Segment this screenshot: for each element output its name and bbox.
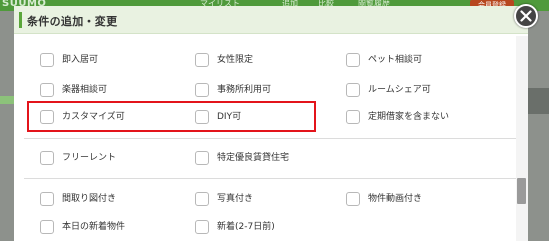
option-label: 間取り図付き <box>62 194 117 204</box>
option-label: 楽器相談可 <box>62 85 108 95</box>
divider <box>24 138 518 139</box>
scrollbar-thumb[interactable] <box>517 178 526 204</box>
checkbox[interactable] <box>195 83 209 97</box>
checkbox[interactable] <box>40 192 54 206</box>
option-label: 物件動画付き <box>368 194 423 204</box>
checkbox[interactable] <box>40 53 54 67</box>
checkbox[interactable] <box>195 192 209 206</box>
background-tab <box>0 96 14 104</box>
option-label: ペット相談可 <box>368 55 423 65</box>
option-label: ルームシェア可 <box>368 85 431 95</box>
option-label: 特定優良賃貸住宅 <box>217 153 290 163</box>
highlight-box <box>27 101 316 132</box>
checkbox[interactable] <box>195 151 209 165</box>
option-label: 写真付き <box>217 194 254 204</box>
option-label: 新着(2-7日前) <box>217 222 275 232</box>
option-label: フリーレント <box>62 153 117 163</box>
close-button[interactable] <box>514 4 538 28</box>
checkbox[interactable] <box>195 220 209 234</box>
checkbox[interactable] <box>346 83 360 97</box>
checkbox[interactable] <box>40 151 54 165</box>
option-label: 事務所利用可 <box>217 85 272 95</box>
scrollbar-track[interactable] <box>516 36 528 241</box>
option-label: 即入居可 <box>62 55 99 65</box>
modal-title: 条件の追加・変更 <box>27 15 118 28</box>
option-label: 本日の新着物件 <box>62 222 126 232</box>
checkbox[interactable] <box>346 192 360 206</box>
condition-modal: 条件の追加・変更 即入居可 女性限定 ペット相談可 楽器相談可 事務所利用可 ル… <box>14 6 528 241</box>
option-label: 女性限定 <box>217 55 254 65</box>
checkbox[interactable] <box>40 220 54 234</box>
checkbox[interactable] <box>195 53 209 67</box>
modal-header: 条件の追加・変更 <box>14 6 528 34</box>
title-accent-bar <box>19 12 22 28</box>
divider <box>24 178 518 179</box>
close-icon <box>520 10 532 22</box>
checkbox[interactable] <box>346 53 360 67</box>
checkbox[interactable] <box>346 110 360 124</box>
background-panel <box>528 88 549 114</box>
option-label: 定期借家を含まない <box>368 112 450 122</box>
checkbox[interactable] <box>40 83 54 97</box>
